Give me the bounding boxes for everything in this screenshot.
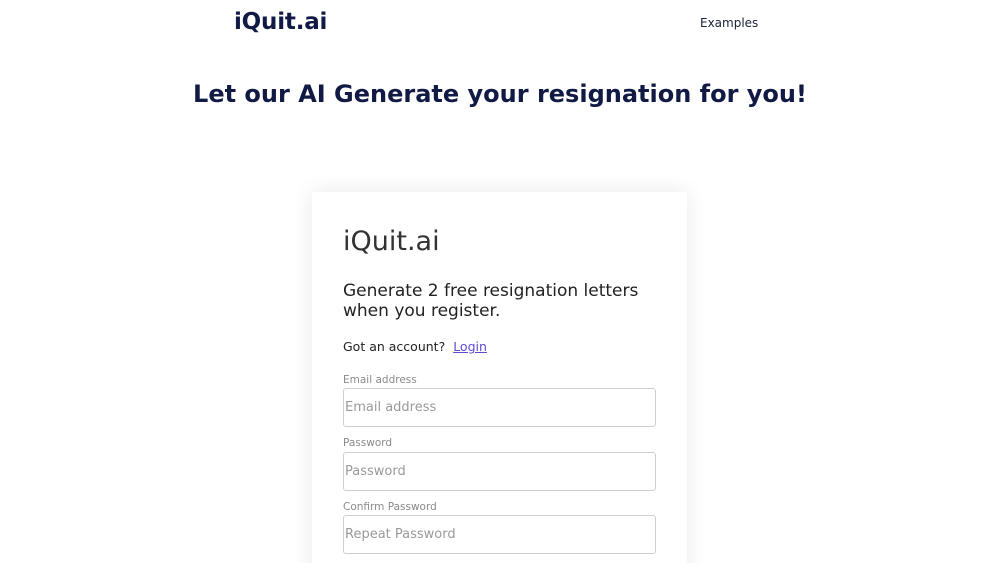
password-label: Password xyxy=(343,437,393,449)
account-prompt-text: Got an account? xyxy=(343,339,446,354)
nav-examples-link[interactable]: Examples xyxy=(700,16,758,30)
card-subtitle: Generate 2 free resignation letters when… xyxy=(343,281,639,321)
page: iQuit.ai Examples Let our AI Generate yo… xyxy=(0,0,1000,563)
email-label: Email address xyxy=(343,374,417,386)
account-prompt-line: Got an account? Login xyxy=(343,339,487,354)
login-link[interactable]: Login xyxy=(453,339,487,354)
email-field[interactable] xyxy=(343,388,656,427)
brand-logo-link[interactable]: iQuit.ai xyxy=(234,9,327,35)
card-title: iQuit.ai xyxy=(343,226,440,257)
password-field[interactable] xyxy=(343,452,656,491)
confirm-password-label: Confirm Password xyxy=(343,501,437,513)
confirm-password-field[interactable] xyxy=(343,515,656,554)
page-headline: Let our AI Generate your resignation for… xyxy=(193,80,807,108)
registration-card: iQuit.ai Generate 2 free resignation let… xyxy=(312,192,687,563)
